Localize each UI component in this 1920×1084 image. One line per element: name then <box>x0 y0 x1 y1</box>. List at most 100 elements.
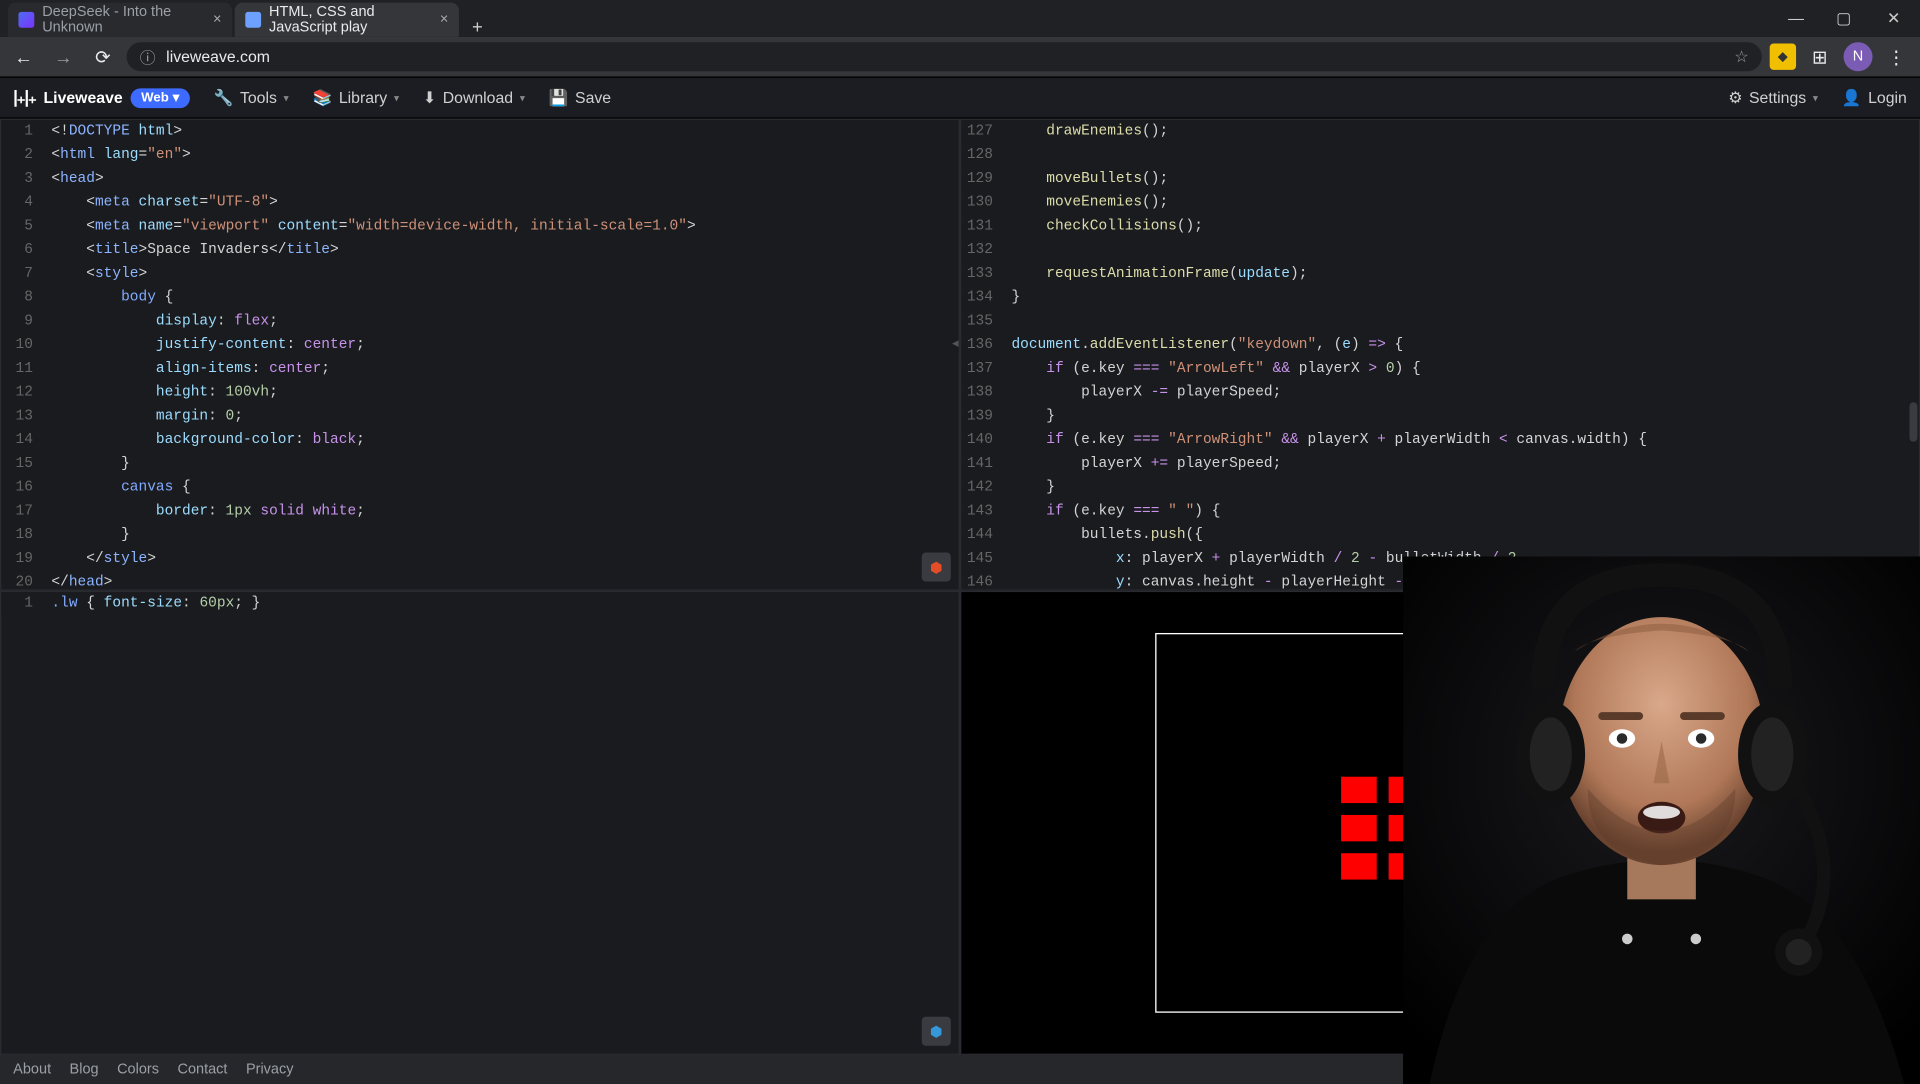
download-button[interactable]: ⬇ Download ▾ <box>423 88 525 106</box>
line-number: 11 <box>1 357 43 381</box>
code-line[interactable]: 6 <title>Space Invaders</title> <box>1 239 958 263</box>
code-line[interactable]: 127 drawEnemies(); <box>961 120 1918 144</box>
code-line[interactable]: 128 <box>961 144 1918 168</box>
code-line[interactable]: 137 if (e.key === "ArrowLeft" && playerX… <box>961 357 1918 381</box>
line-number: 128 <box>961 144 1003 168</box>
js-editor-pane[interactable]: 127 drawEnemies();128 129 moveBullets();… <box>960 119 1920 591</box>
footer-link-contact[interactable]: Contact <box>177 1062 227 1078</box>
app-toolbar: |₊|₊ Liveweave Web ▾ 🔧 Tools ▾ 📚 Library… <box>0 76 1920 118</box>
fold-indicator[interactable]: ◂ <box>952 336 959 351</box>
tab-deepseek[interactable]: DeepSeek - Into the Unknown × <box>8 3 232 37</box>
forward-button[interactable]: → <box>47 46 79 67</box>
code-line[interactable]: 133 requestAnimationFrame(update); <box>961 262 1918 286</box>
reload-button[interactable]: ⟳ <box>87 45 119 67</box>
code-line[interactable]: 132 <box>961 239 1918 263</box>
save-button[interactable]: 💾 Save <box>549 88 611 106</box>
close-icon[interactable]: × <box>213 12 221 28</box>
close-window-button[interactable]: ✕ <box>1867 0 1920 37</box>
line-number: 136 <box>961 334 1003 358</box>
css-editor-pane[interactable]: 1.lw { font-size: 60px; }⬢ <box>0 591 960 1055</box>
code-line[interactable]: 131 checkCollisions(); <box>961 215 1918 239</box>
new-tab-button[interactable]: + <box>462 16 494 37</box>
code-line[interactable]: 3<head> <box>1 167 958 191</box>
code-line[interactable]: 14 background-color: black; <box>1 429 958 453</box>
code-text: justify-content: center; <box>44 334 959 358</box>
code-text: border: 1px solid white; <box>44 500 959 524</box>
profile-avatar[interactable]: N <box>1844 42 1873 71</box>
line-number: 12 <box>1 381 43 405</box>
footer-link-colors[interactable]: Colors <box>117 1062 159 1078</box>
line-number: 141 <box>961 452 1003 476</box>
code-line[interactable]: 16 canvas { <box>1 476 958 500</box>
code-line[interactable]: 138 playerX -= playerSpeed; <box>961 381 1918 405</box>
code-text: <head> <box>44 167 959 191</box>
code-line[interactable]: 20</head> <box>1 571 958 591</box>
mode-pill[interactable]: Web ▾ <box>131 88 190 108</box>
html-editor-pane[interactable]: 1<!DOCTYPE html>2<html lang="en">3<head>… <box>0 119 960 591</box>
app-logo[interactable]: |₊|₊ Liveweave Web ▾ <box>13 87 190 108</box>
code-line[interactable]: 130 moveEnemies(); <box>961 191 1918 215</box>
code-line[interactable]: 7 <style> <box>1 262 958 286</box>
url-text: liveweave.com <box>166 47 270 65</box>
code-line[interactable]: 134} <box>961 286 1918 310</box>
code-line[interactable]: 9 display: flex; <box>1 310 958 334</box>
code-text: </style> <box>44 547 959 571</box>
extensions-button[interactable]: ⊞ <box>1804 45 1836 67</box>
code-line[interactable]: 143 if (e.key === " ") { <box>961 500 1918 524</box>
settings-button[interactable]: ⚙ Settings ▾ <box>1728 88 1818 106</box>
code-line[interactable]: 136document.addEventListener("keydown", … <box>961 334 1918 358</box>
login-button[interactable]: 👤 Login <box>1842 88 1907 106</box>
gear-icon: ⚙ <box>1728 88 1742 106</box>
code-line[interactable]: 17 border: 1px solid white; <box>1 500 958 524</box>
footer-link-about[interactable]: About <box>13 1062 51 1078</box>
line-number: 144 <box>961 524 1003 548</box>
code-line[interactable]: 2<html lang="en"> <box>1 144 958 168</box>
chevron-down-icon: ▾ <box>173 90 180 105</box>
webcam-overlay <box>1403 556 1920 1083</box>
minimize-button[interactable]: — <box>1772 0 1819 37</box>
line-number: 18 <box>1 524 43 548</box>
code-line[interactable]: 10 justify-content: center; <box>1 334 958 358</box>
scrollbar[interactable] <box>1908 120 1919 589</box>
code-line[interactable]: 1.lw { font-size: 60px; } <box>1 592 958 616</box>
code-text: } <box>1004 405 1919 429</box>
code-text: moveBullets(); <box>1004 167 1919 191</box>
code-text: <title>Space Invaders</title> <box>44 239 959 263</box>
address-bar[interactable]: ⓘ liveweave.com ☆ <box>127 42 1762 71</box>
line-number: 143 <box>961 500 1003 524</box>
code-line[interactable]: 19 </style> <box>1 547 958 571</box>
tab-liveweave[interactable]: HTML, CSS and JavaScript play × <box>235 3 459 37</box>
code-line[interactable]: 135 <box>961 310 1918 334</box>
bookmark-icon[interactable]: ☆ <box>1734 47 1748 65</box>
code-line[interactable]: 5 <meta name="viewport" content="width=d… <box>1 215 958 239</box>
maximize-button[interactable]: ▢ <box>1820 0 1867 37</box>
code-line[interactable]: 8 body { <box>1 286 958 310</box>
close-icon[interactable]: × <box>440 12 448 28</box>
code-line[interactable]: 141 playerX += playerSpeed; <box>961 452 1918 476</box>
code-text: playerX += playerSpeed; <box>1004 452 1919 476</box>
library-button[interactable]: 📚 Library ▾ <box>313 88 400 106</box>
code-line[interactable]: 144 bullets.push({ <box>961 524 1918 548</box>
footer-link-privacy[interactable]: Privacy <box>246 1062 294 1078</box>
code-line[interactable]: 18 } <box>1 524 958 548</box>
back-button[interactable]: ← <box>8 46 40 67</box>
code-line[interactable]: 139 } <box>961 405 1918 429</box>
code-line[interactable]: 13 margin: 0; <box>1 405 958 429</box>
menu-button[interactable]: ⋮ <box>1880 45 1912 67</box>
code-line[interactable]: 12 height: 100vh; <box>1 381 958 405</box>
code-line[interactable]: 11 align-items: center; <box>1 357 958 381</box>
code-line[interactable]: 1<!DOCTYPE html> <box>1 120 958 144</box>
code-line[interactable]: 129 moveBullets(); <box>961 167 1918 191</box>
enemy-block <box>1341 853 1377 879</box>
line-number: 133 <box>961 262 1003 286</box>
code-line[interactable]: 142 } <box>961 476 1918 500</box>
tools-button[interactable]: 🔧 Tools ▾ <box>214 88 289 106</box>
site-info-icon[interactable]: ⓘ <box>140 45 156 67</box>
extension-icon[interactable]: ◆ <box>1770 44 1796 70</box>
code-line[interactable]: 4 <meta charset="UTF-8"> <box>1 191 958 215</box>
code-line[interactable]: 15 } <box>1 452 958 476</box>
footer-link-blog[interactable]: Blog <box>70 1062 99 1078</box>
code-line[interactable]: 140 if (e.key === "ArrowRight" && player… <box>961 429 1918 453</box>
line-number: 137 <box>961 357 1003 381</box>
code-text: <style> <box>44 262 959 286</box>
